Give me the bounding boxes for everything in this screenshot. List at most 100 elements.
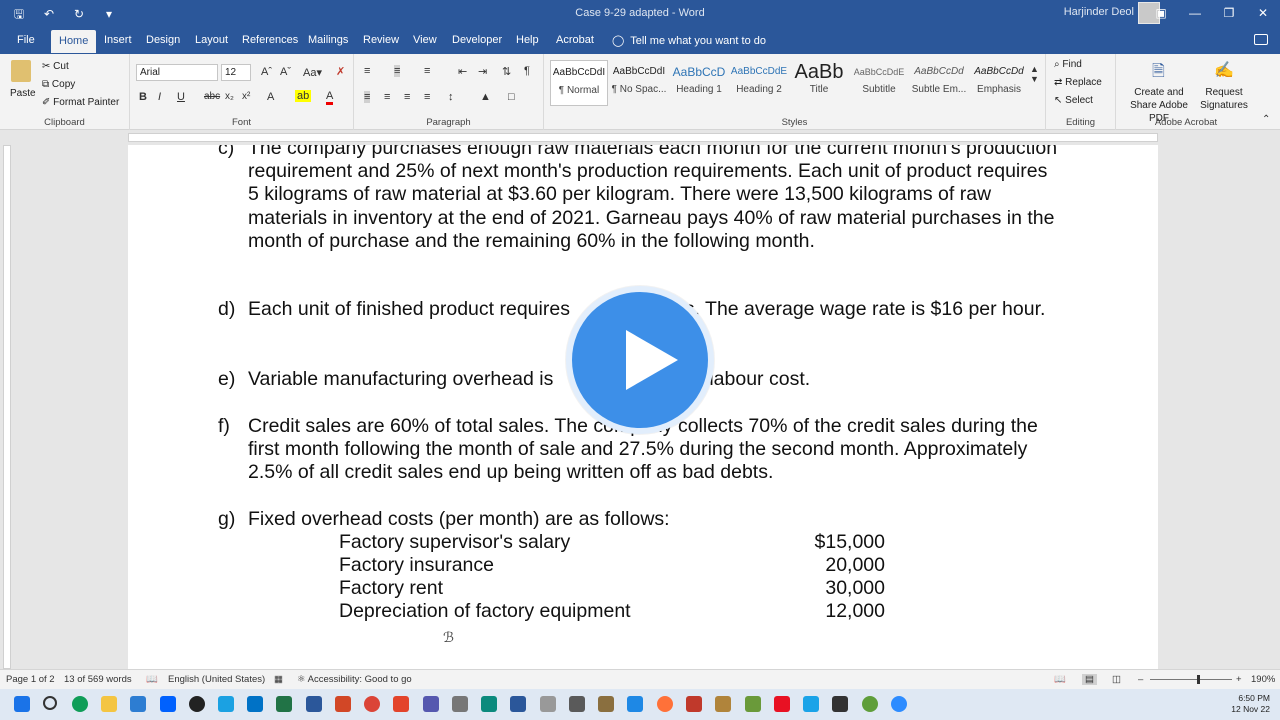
superscript-icon[interactable]: x² <box>242 91 250 102</box>
tab-layout[interactable]: Layout <box>195 34 228 46</box>
app-icon[interactable] <box>862 696 878 712</box>
photos-icon[interactable] <box>627 696 643 712</box>
excel-icon[interactable] <box>276 696 292 712</box>
tab-file[interactable]: File <box>17 34 35 46</box>
read-mode-icon[interactable]: 📖 <box>1054 674 1066 685</box>
bold-icon[interactable]: B <box>139 91 147 103</box>
snipping-icon[interactable] <box>569 696 585 712</box>
word-count[interactable]: 13 of 569 words <box>64 674 132 685</box>
tab-insert[interactable]: Insert <box>104 34 132 46</box>
app-icon[interactable] <box>832 696 848 712</box>
style-emphasis[interactable]: AaBbCcDd Emphasis <box>970 60 1028 106</box>
align-center-icon[interactable]: ≡ <box>384 91 390 103</box>
play-button[interactable] <box>566 286 714 434</box>
ribbon-display-icon[interactable]: ▣ <box>1144 0 1178 28</box>
shrink-font-icon[interactable]: Aˇ <box>280 66 291 78</box>
paste-button[interactable]: Paste <box>10 88 36 99</box>
justify-icon[interactable]: ≡ <box>424 91 430 103</box>
show-marks-icon[interactable]: ¶ <box>524 65 530 77</box>
powerpoint-icon[interactable] <box>335 696 351 712</box>
tab-review[interactable]: Review <box>363 34 399 46</box>
line-spacing-icon[interactable]: ↕ <box>448 91 454 103</box>
app-icon[interactable] <box>510 696 526 712</box>
style-subtle-emphasis[interactable]: AaBbCcDd Subtle Em... <box>910 60 968 106</box>
copy-button[interactable]: ⧉ Copy <box>42 79 75 90</box>
app-icon[interactable] <box>745 696 761 712</box>
format-painter-button[interactable]: ✐ Format Painter <box>42 97 119 108</box>
style-heading-2[interactable]: AaBbCcDdE Heading 2 <box>730 60 788 106</box>
tab-references[interactable]: References <box>242 34 298 46</box>
clock[interactable]: 6:50 PM 12 Nov 22 <box>1231 693 1270 715</box>
page-count[interactable]: Page 1 of 2 <box>6 674 55 685</box>
notepad-icon[interactable] <box>540 696 556 712</box>
underline-icon[interactable]: U <box>177 91 185 103</box>
zoom-app-icon[interactable] <box>891 696 907 712</box>
strikethrough-icon[interactable]: abc <box>204 91 220 102</box>
cut-button[interactable]: ✂ Cut <box>42 61 69 72</box>
macro-icon[interactable]: ▦ <box>274 674 283 685</box>
calculator-icon[interactable] <box>452 696 468 712</box>
tab-mailings[interactable]: Mailings <box>308 34 348 46</box>
chrome-icon[interactable] <box>364 696 380 712</box>
grow-font-icon[interactable]: Aˆ <box>261 66 272 78</box>
find-button[interactable]: ⌕ Find <box>1054 59 1082 70</box>
comments-icon[interactable] <box>1254 34 1268 45</box>
numbering-icon[interactable]: ≡ <box>394 65 401 77</box>
tab-help[interactable]: Help <box>516 34 539 46</box>
start-icon[interactable] <box>14 696 30 712</box>
power-automate-icon[interactable] <box>218 696 234 712</box>
replace-button[interactable]: ⇄ Replace <box>1054 77 1102 88</box>
paste-icon[interactable] <box>11 60 31 82</box>
select-button[interactable]: ↖ Select <box>1054 95 1093 106</box>
style-no-spacing[interactable]: AaBbCcDdI ¶ No Spac... <box>610 60 668 106</box>
clear-formatting-icon[interactable]: ✗ <box>336 65 345 78</box>
request-signatures-button[interactable]: Request Signatures <box>1198 86 1250 112</box>
shading-icon[interactable]: ▲ <box>480 91 491 103</box>
styles-scroll-icon[interactable]: ▲ ▼ <box>1030 64 1039 84</box>
tab-home[interactable]: Home <box>51 30 97 53</box>
sort-icon[interactable]: ⇅ <box>502 65 511 78</box>
zoom-level[interactable]: 190% <box>1251 674 1275 685</box>
app-icon[interactable] <box>686 696 702 712</box>
borders-icon[interactable]: □ <box>508 91 515 103</box>
media-player-icon[interactable] <box>189 696 205 712</box>
collapse-ribbon-icon[interactable]: ⌃ <box>1262 114 1270 125</box>
italic-icon[interactable]: I <box>158 91 161 103</box>
teams-icon[interactable] <box>423 696 439 712</box>
style-title[interactable]: AaBb Title <box>790 60 848 106</box>
multilevel-list-icon[interactable]: ≡ <box>424 65 430 77</box>
firefox-icon[interactable] <box>657 696 673 712</box>
user-name[interactable]: Harjinder Deol <box>1064 6 1134 18</box>
tab-acrobat[interactable]: Acrobat <box>556 34 594 46</box>
tab-design[interactable]: Design <box>146 34 180 46</box>
file-explorer-icon[interactable] <box>101 696 117 712</box>
tab-view[interactable]: View <box>413 34 437 46</box>
bullets-icon[interactable]: ≡ <box>364 65 370 77</box>
accessibility-status[interactable]: ⚛ Accessibility: Good to go <box>297 674 412 685</box>
minimize-icon[interactable]: — <box>1178 0 1212 28</box>
language[interactable]: English (United States) <box>168 674 265 685</box>
restore-icon[interactable]: ❐ <box>1212 0 1246 28</box>
vertical-ruler[interactable] <box>0 145 14 669</box>
mail-icon[interactable] <box>247 696 263 712</box>
edge-icon[interactable] <box>72 696 88 712</box>
horizontal-ruler[interactable] <box>0 131 1280 145</box>
increase-indent-icon[interactable]: ⇥ <box>478 65 487 78</box>
vertical-scrollbar[interactable] <box>1264 145 1280 669</box>
zoom-in-icon[interactable]: + <box>1236 674 1242 685</box>
highlight-icon[interactable]: ab <box>295 90 312 102</box>
paint-icon[interactable] <box>598 696 614 712</box>
store-icon[interactable] <box>130 696 146 712</box>
tool-icon[interactable] <box>481 696 497 712</box>
text-effects-icon[interactable]: A <box>267 91 274 103</box>
search-icon[interactable] <box>43 696 57 710</box>
change-case-icon[interactable]: Aa▾ <box>303 66 322 79</box>
dropbox-icon[interactable] <box>160 696 176 712</box>
app-icon[interactable] <box>803 696 819 712</box>
zoom-slider-thumb[interactable] <box>1197 675 1200 684</box>
signature-icon[interactable]: ✍ <box>1214 60 1234 80</box>
office-icon[interactable] <box>393 696 409 712</box>
tab-developer[interactable]: Developer <box>452 34 502 46</box>
align-left-icon[interactable]: ≡ <box>364 91 371 103</box>
close-icon[interactable]: ✕ <box>1246 0 1280 28</box>
